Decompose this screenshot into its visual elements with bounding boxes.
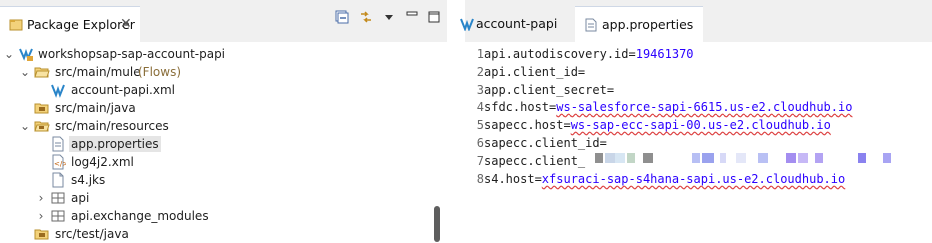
tab-package-explorer[interactable]: Package Explorer ✕ <box>0 6 140 42</box>
property-key: sapecc.client_ <box>484 154 586 168</box>
tree-item-file-selected[interactable]: app.properties <box>0 135 432 153</box>
mule-project-icon <box>19 48 33 61</box>
line-number: 1 <box>476 47 484 61</box>
package-icon <box>51 210 65 222</box>
source-folder-icon <box>34 103 49 114</box>
package-icon <box>51 192 65 204</box>
code-line[interactable]: s4.host=xfsuraci-sap-s4hana-sapi.us-e2.c… <box>484 171 845 187</box>
code-line[interactable]: sfdc.host=ws-salesforce-sapi-6615.us-e2.… <box>484 99 852 115</box>
properties-file-icon <box>585 18 597 32</box>
tree-item-suffix: (Flows) <box>138 65 182 79</box>
tree-item-folder[interactable]: ⌄ src/main/mule (Flows) <box>0 63 432 81</box>
code-line[interactable]: sapecc.client_id= <box>484 135 607 151</box>
property-key: app.client_secret= <box>484 83 615 97</box>
tree-item-label: s4.jks <box>71 173 106 187</box>
property-key: s4.host= <box>484 172 542 186</box>
line-number: 3 <box>476 83 484 97</box>
chevron-right-icon[interactable]: › <box>35 190 47 206</box>
code-line[interactable]: api.autodiscovery.id=19461370 <box>484 46 694 62</box>
tab-account-papi[interactable]: account-papi <box>460 6 575 42</box>
maximize-icon[interactable] <box>426 9 442 25</box>
property-value: ws-salesforce-sapi-6615.us-e2.cloudhub.i… <box>556 100 853 114</box>
source-folder-open-icon <box>34 121 50 132</box>
chevron-down-icon[interactable]: ⌄ <box>19 64 31 80</box>
property-key: api.client_id= <box>484 65 586 79</box>
code-line[interactable]: sapecc.host=ws-sap-ecc-sapi-00.us-e2.clo… <box>484 117 831 133</box>
minimize-icon[interactable] <box>404 9 420 25</box>
tree-scrollbar-thumb[interactable] <box>434 206 440 242</box>
code-line[interactable]: api.client_id= <box>484 64 585 80</box>
chevron-down-icon[interactable]: ⌄ <box>19 118 31 134</box>
tree-item-label: src/main/resources <box>55 119 169 133</box>
chevron-down-icon[interactable]: ⌄ <box>3 46 15 62</box>
property-key: sapecc.client_id= <box>484 136 607 150</box>
code-editor[interactable]: 1 api.autodiscovery.id=19461370 2 api.cl… <box>465 46 932 242</box>
tree-item-label: account-papi.xml <box>71 83 175 97</box>
tree-item-label: log4j2.xml <box>71 155 134 169</box>
tree-item-label: app.properties <box>69 136 161 152</box>
file-icon <box>52 172 64 188</box>
package-explorer-panel: Package Explorer ✕ ⌄ workshopsap-sap-acc… <box>0 0 447 242</box>
line-number: 2 <box>476 65 484 79</box>
package-explorer-tabbar: Package Explorer ✕ <box>0 0 447 42</box>
link-with-editor-icon[interactable] <box>358 9 374 25</box>
tree-item-label: api <box>71 191 90 205</box>
tab-app-properties[interactable]: app.properties <box>575 6 703 42</box>
tab-label: account-papi <box>476 16 558 31</box>
tree-item-folder[interactable]: src/main/java <box>0 99 432 117</box>
editor-panel: account-papi app.properties 1 api.autodi… <box>460 0 932 242</box>
line-number: 8 <box>476 172 484 186</box>
chevron-right-icon[interactable]: › <box>35 208 47 224</box>
mule-flow-icon <box>51 84 65 98</box>
project-tree: ⌄ workshopsap-sap-account-papi ⌄ src/mai… <box>0 42 432 242</box>
properties-file-icon <box>52 136 64 152</box>
property-key: sfdc.host= <box>484 100 557 114</box>
property-key: api.autodiscovery.id= <box>484 47 636 61</box>
line-number: 4 <box>476 100 484 114</box>
editor-tabbar: account-papi app.properties <box>460 0 932 42</box>
tree-item-label: src/main/mule <box>55 65 141 79</box>
tree-item-file[interactable]: account-papi.xml <box>0 81 432 99</box>
property-value: xfsuraci-sap-s4hana-sapi.us-e2.cloudhub.… <box>541 172 846 186</box>
tree-item-file[interactable]: s4.jks <box>0 171 432 189</box>
tree-item-label: src/main/java <box>55 101 136 115</box>
property-value: 19461370 <box>635 47 694 61</box>
tree-item-package[interactable]: › api <box>0 189 432 207</box>
tree-item-folder[interactable]: ⌄ src/main/resources <box>0 117 432 135</box>
mule-flow-icon <box>460 18 474 31</box>
xml-file-icon: </> <box>52 154 66 170</box>
tree-item-label: src/test/java <box>55 227 129 241</box>
package-explorer-tab-label: Package Explorer <box>27 17 135 32</box>
tree-item-folder[interactable]: src/test/java <box>0 225 432 243</box>
property-value: ws-sap-ecc-sapi-00.us-e2.cloudhub.io <box>570 118 831 132</box>
code-line[interactable]: sapecc.client_ <box>484 153 585 169</box>
collapse-all-icon[interactable] <box>334 9 350 25</box>
folder-open-icon <box>34 67 50 78</box>
tree-item-label: workshopsap-sap-account-papi <box>38 47 226 61</box>
tree-item-package[interactable]: › api.exchange_modules <box>0 207 432 225</box>
tree-item-project[interactable]: ⌄ workshopsap-sap-account-papi <box>0 45 432 63</box>
view-menu-icon[interactable] <box>381 9 397 25</box>
tab-label: app.properties <box>602 17 694 32</box>
svg-text:</>: </> <box>54 160 66 168</box>
line-number: 5 <box>476 118 484 132</box>
line-number: 6 <box>476 136 484 150</box>
line-number: 7 <box>476 154 484 168</box>
package-explorer-icon <box>9 19 23 31</box>
property-key: sapecc.host= <box>484 118 571 132</box>
source-folder-icon <box>34 229 49 240</box>
tree-item-label: api.exchange_modules <box>71 209 209 223</box>
code-line[interactable]: app.client_secret= <box>484 82 614 98</box>
tree-item-file[interactable]: </> log4j2.xml <box>0 153 432 171</box>
close-icon[interactable]: ✕ <box>120 16 132 32</box>
